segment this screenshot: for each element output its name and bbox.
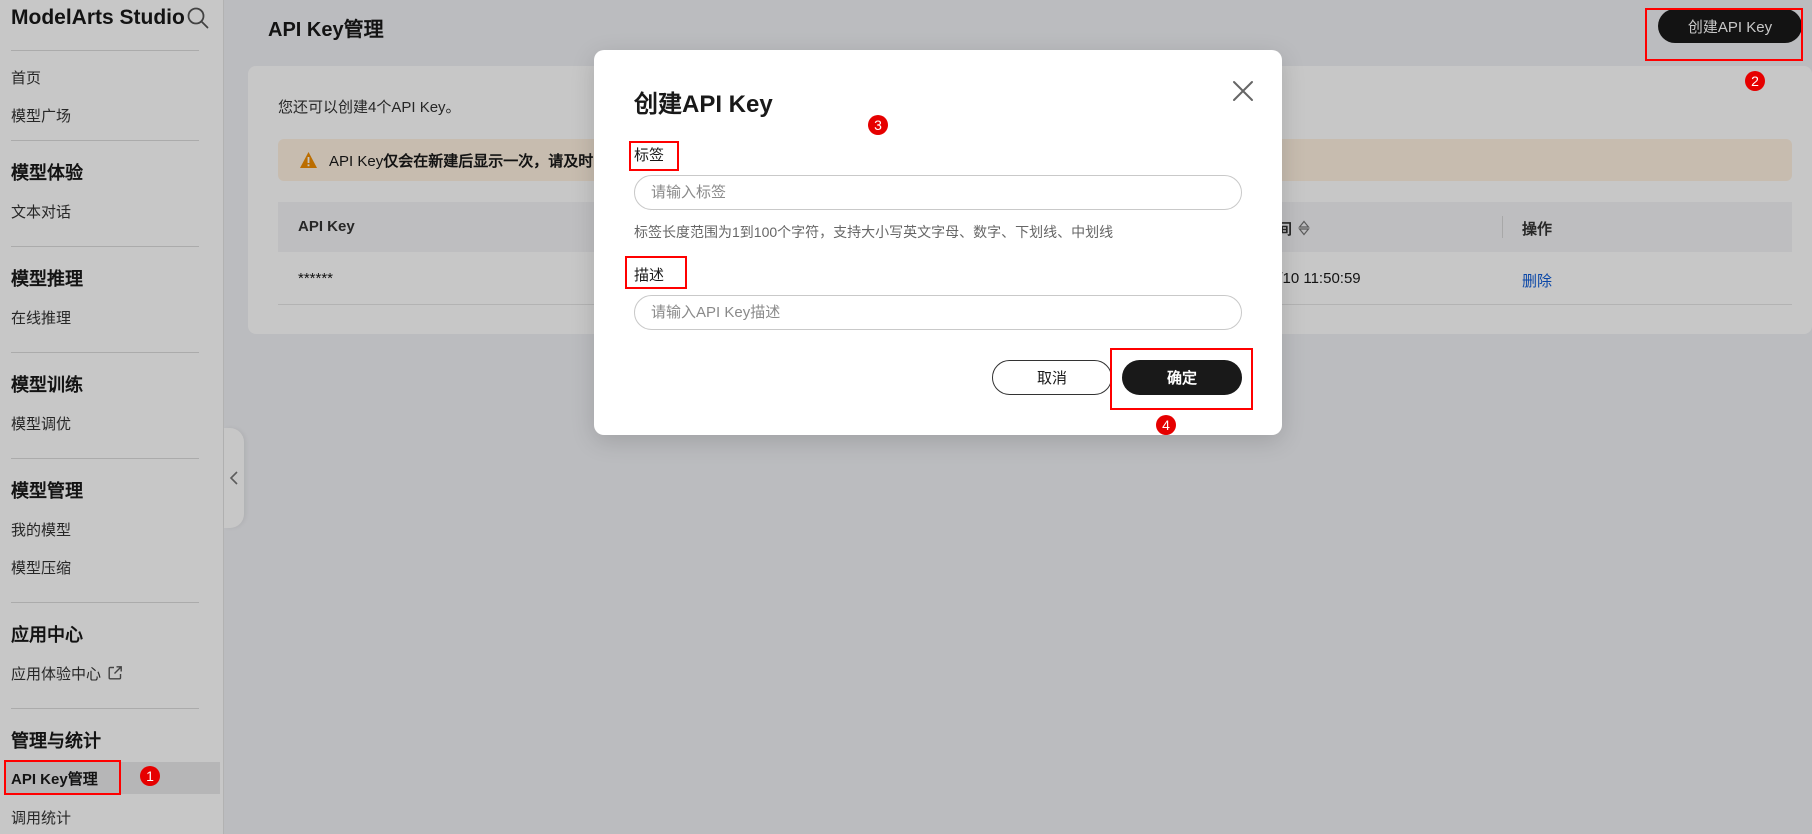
annotation-number-1: 1 [140,766,160,786]
annotation-number-2: 2 [1745,71,1765,91]
dialog-title: 创建API Key [634,91,773,118]
annotation-box-4 [1110,348,1253,410]
tag-field-hint: 标签长度范围为1到100个字符，支持大小写英文字母、数字、下划线、中划线 [634,224,1114,240]
annotation-number-4: 4 [1156,415,1176,435]
description-input[interactable] [634,295,1242,330]
close-icon[interactable] [1230,78,1256,104]
annotation-box-3b [625,256,687,289]
annotation-box-1 [4,760,121,795]
annotation-number-3: 3 [868,115,888,135]
annotation-box-3a [629,141,679,171]
annotation-box-2 [1645,8,1803,61]
tag-input[interactable] [634,175,1242,210]
cancel-button[interactable]: 取消 [992,360,1112,395]
